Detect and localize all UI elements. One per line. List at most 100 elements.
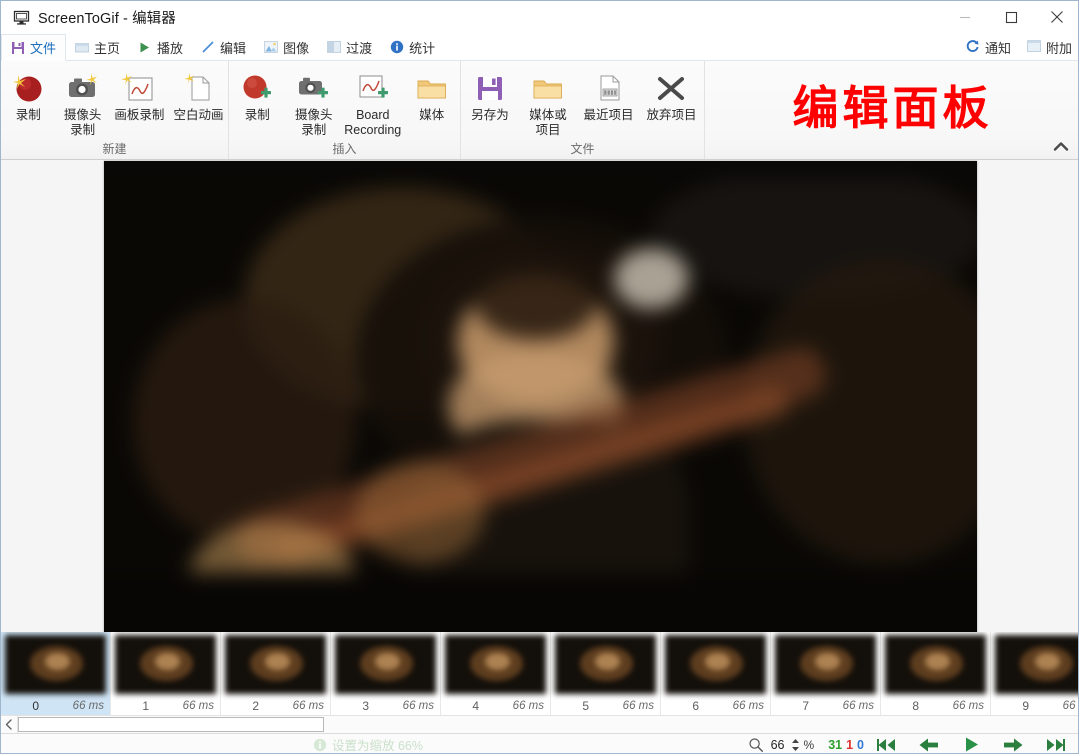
list-item[interactable]: 7 66 ms	[771, 632, 881, 715]
frame-index: 3	[362, 698, 369, 713]
frame-index: 8	[912, 698, 919, 713]
list-item[interactable]: 1 66 ms	[111, 632, 221, 715]
tab-home[interactable]: 主页	[66, 34, 129, 60]
addons-button[interactable]: 附加	[1019, 34, 1078, 60]
board-add-icon	[354, 71, 392, 104]
frame-index: 5	[582, 698, 589, 713]
zoom-unit: %	[803, 737, 815, 752]
frame-meta: 1 66 ms	[111, 696, 220, 715]
close-button[interactable]	[1034, 1, 1078, 34]
addon-icon	[1027, 39, 1041, 55]
open-media-or-project-label: 媒体或 项目	[529, 108, 567, 137]
go-first-frame-button[interactable]	[868, 735, 906, 754]
thumbnail-wrap	[991, 632, 1078, 696]
tab-image[interactable]: 图像	[255, 34, 318, 60]
frame-meta: 4 66 ms	[441, 696, 550, 715]
scrollbar-track[interactable]	[18, 716, 1078, 733]
frame-thumbnail	[885, 635, 986, 694]
frame-delay: 66 ms	[512, 699, 544, 712]
discard-project-button[interactable]: 放弃项目	[640, 65, 703, 123]
zoom-value[interactable]: 66	[769, 738, 787, 752]
go-next-frame-button[interactable]	[994, 735, 1032, 754]
open-media-or-project-button[interactable]: 媒体或 项目	[519, 65, 577, 138]
folder-icon	[415, 71, 449, 104]
addons-label: 附加	[1045, 40, 1072, 56]
insert-media-button[interactable]: 媒体	[403, 65, 460, 123]
chevron-up-icon[interactable]	[1048, 135, 1074, 157]
tab-statistics-label: 统计	[409, 40, 436, 56]
list-item[interactable]: 5 66 ms	[551, 632, 661, 715]
list-item[interactable]: 4 66 ms	[441, 632, 551, 715]
frame-canvas[interactable]	[104, 160, 977, 632]
annotation-edit-panel: 编辑面板	[705, 61, 1078, 159]
frame-image	[104, 160, 977, 632]
frame-delay: 66 ms	[182, 699, 214, 712]
frame-index: 9	[1022, 698, 1029, 713]
frame-index: 2	[252, 698, 259, 713]
thumbnail-wrap	[111, 632, 220, 696]
ribbon-panel: 录制 摄像头 录制 画板录制 空白动画 新建 录制 摄像头 录制 Board R…	[1, 61, 1078, 160]
frame-meta: 2 66 ms	[221, 696, 330, 715]
minimize-button[interactable]	[942, 1, 988, 34]
recent-projects-button[interactable]: 最近项目	[577, 65, 640, 123]
new-board-label: 画板录制	[114, 108, 165, 122]
go-previous-frame-button[interactable]	[910, 735, 948, 754]
list-item[interactable]: 6 66 ms	[661, 632, 771, 715]
go-last-frame-button[interactable]	[1036, 735, 1074, 754]
frame-thumbnail	[665, 635, 766, 694]
record-circle-icon	[11, 71, 45, 104]
tab-file[interactable]: 文件	[1, 34, 67, 61]
tab-edit[interactable]: 编辑	[192, 34, 255, 60]
new-board-button[interactable]: 画板录制	[110, 65, 169, 123]
scrollbar-thumb[interactable]	[18, 717, 324, 732]
frame-delay: 66 ms	[622, 699, 654, 712]
tab-statistics[interactable]: 统计	[381, 34, 444, 60]
insert-record-button[interactable]: 录制	[229, 65, 286, 123]
new-webcam-label: 摄像头 录制	[63, 108, 102, 137]
ribbon-group-insert: 录制 摄像头 录制 Board Recording 媒体 插入	[229, 61, 461, 159]
insert-webcam-button[interactable]: 摄像头 录制	[286, 65, 343, 138]
tab-transition[interactable]: 过渡	[318, 34, 381, 60]
play-button[interactable]	[952, 735, 990, 754]
frame-thumbnail	[225, 635, 326, 694]
list-item[interactable]: 2 66 ms	[221, 632, 331, 715]
recent-file-icon	[592, 71, 626, 104]
chevron-left-icon[interactable]	[1, 716, 18, 733]
thumbnail-wrap	[221, 632, 330, 696]
frame-meta: 0 66 ms	[1, 696, 110, 715]
frame-list[interactable]: 0 66 ms 1 66 ms 2 66 ms 3 66 ms 4 66 ms …	[1, 632, 1078, 715]
zoom-controls: 66 % 31 1 0	[747, 735, 1078, 754]
thumbnail-wrap	[771, 632, 880, 696]
maximize-button[interactable]	[988, 1, 1034, 34]
frame-delay: 66 ms	[72, 699, 104, 712]
folder-open-icon	[531, 71, 565, 104]
insert-media-label: 媒体	[419, 108, 445, 122]
list-item[interactable]: 9 66 ms	[991, 632, 1078, 715]
spinner-updown-icon[interactable]	[791, 738, 800, 752]
frame-count-total: 31	[828, 737, 843, 752]
tab-play[interactable]: 播放	[129, 34, 192, 60]
frame-thumbnail	[445, 635, 546, 694]
magnifier-icon[interactable]	[747, 736, 765, 754]
save-icon	[10, 40, 25, 55]
info-icon	[313, 738, 327, 752]
notifications-button[interactable]: 通知	[957, 34, 1019, 60]
thumbnail-wrap	[551, 632, 660, 696]
insert-webcam-label: 摄像头 录制	[295, 108, 333, 137]
list-item[interactable]: 0 66 ms	[1, 632, 111, 715]
new-webcam-button[interactable]: 摄像头 录制	[55, 65, 109, 138]
filmstrip-scrollbar[interactable]	[1, 715, 1078, 733]
new-record-button[interactable]: 录制	[1, 65, 55, 123]
thumbnail-wrap	[1, 632, 110, 696]
list-item[interactable]: 8 66 ms	[881, 632, 991, 715]
insert-board-button[interactable]: Board Recording	[342, 65, 403, 138]
refresh-icon	[965, 38, 980, 56]
preview-area[interactable]	[1, 160, 1078, 632]
frame-delay: 66 ms	[292, 699, 324, 712]
list-item[interactable]: 3 66 ms	[331, 632, 441, 715]
save-as-button[interactable]: 另存为	[461, 65, 519, 123]
new-blank-button[interactable]: 空白动画	[169, 65, 228, 123]
tabbar-spacer	[444, 34, 957, 60]
insert-record-label: 录制	[244, 108, 270, 122]
frame-meta: 3 66 ms	[331, 696, 440, 715]
